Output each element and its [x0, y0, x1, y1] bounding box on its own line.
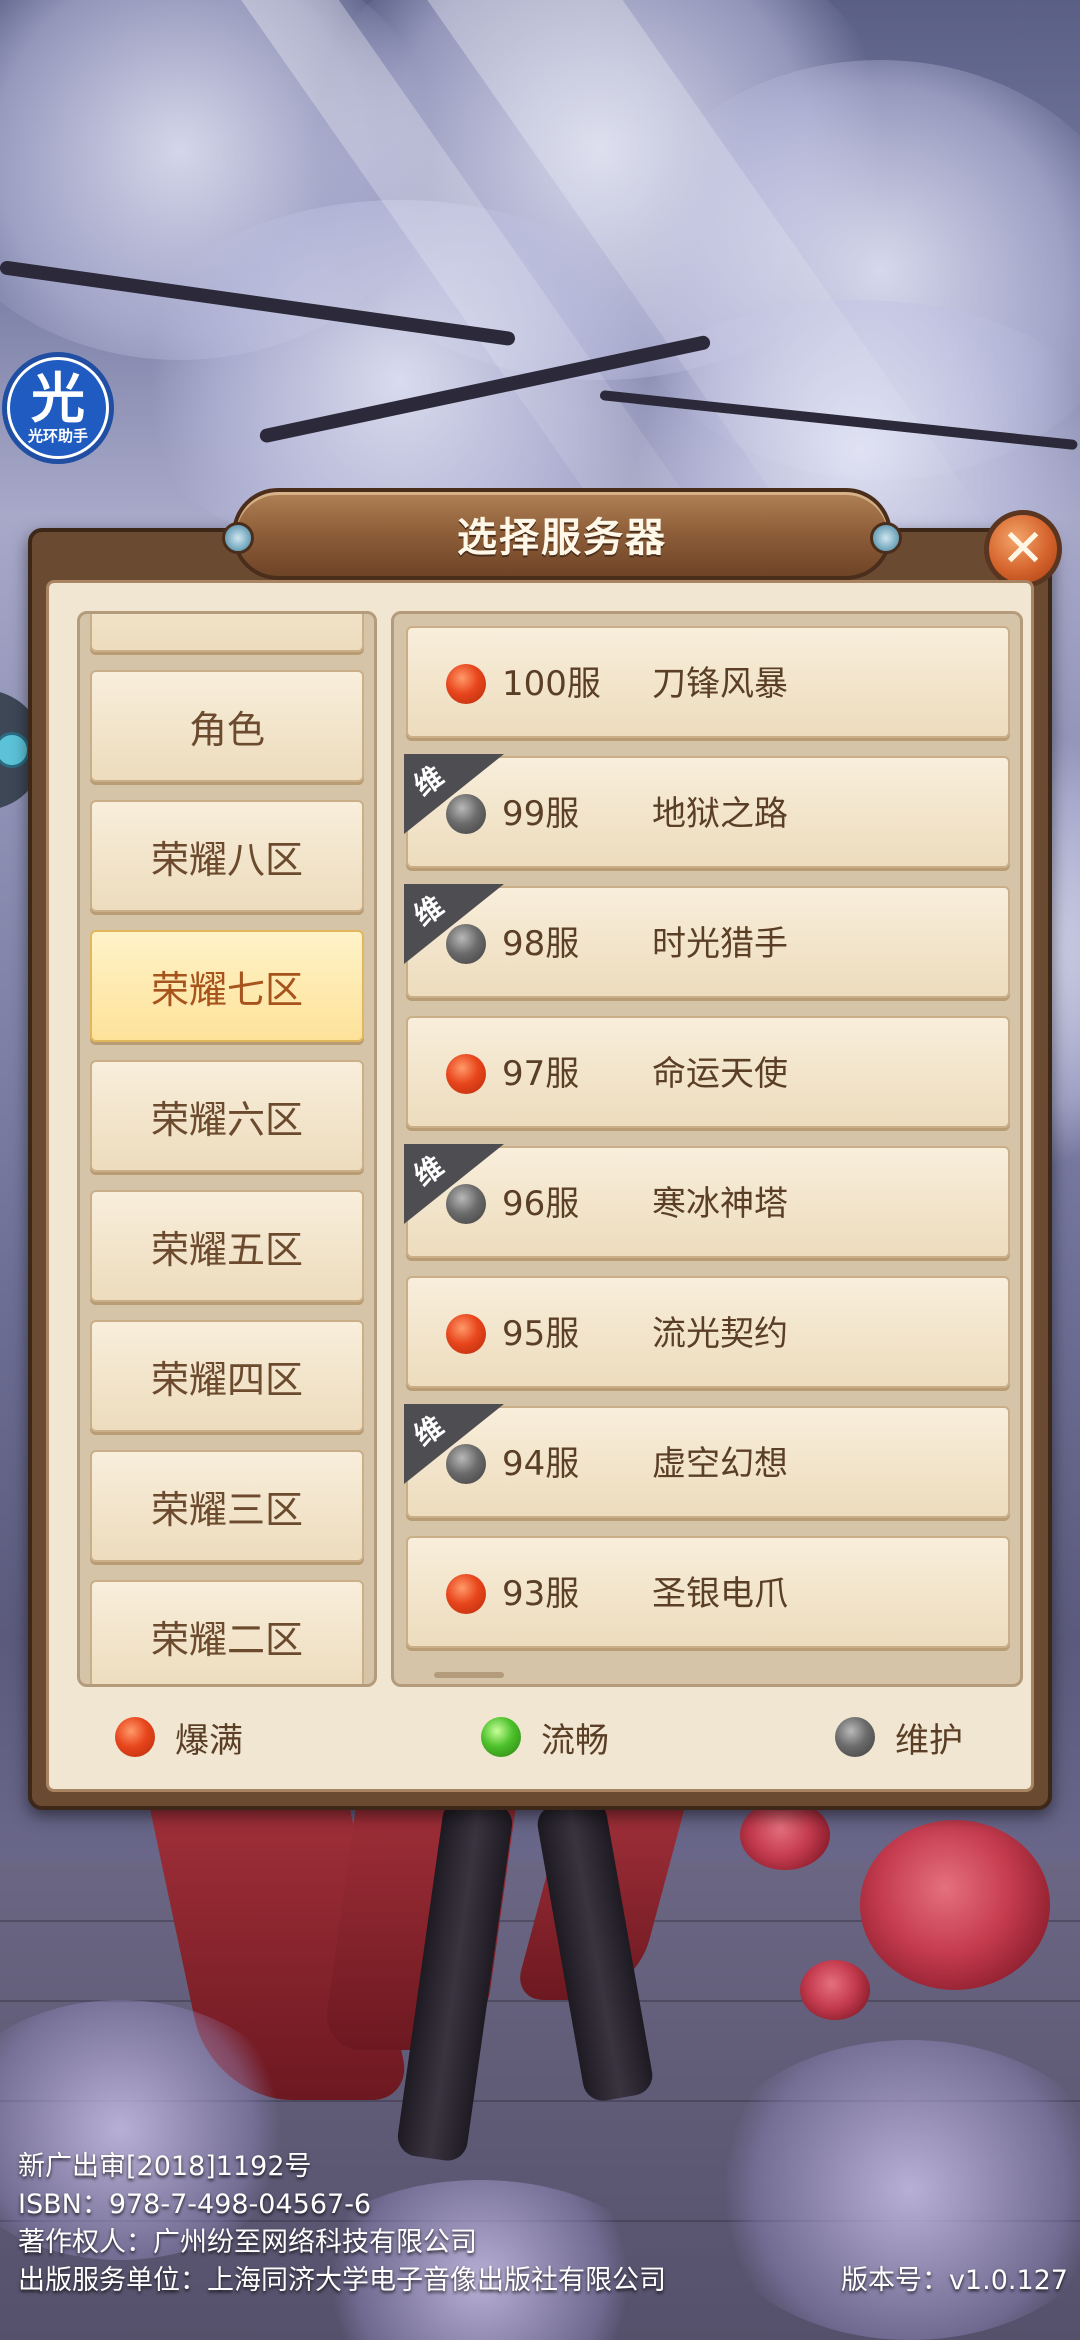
- zone-label: 荣耀三区: [150, 1487, 303, 1532]
- status-full-icon: [446, 1314, 486, 1354]
- zone-item-5[interactable]: 荣耀五区: [90, 1190, 364, 1302]
- zone-label: 荣耀八区: [150, 837, 303, 882]
- zone-item-3[interactable]: 荣耀三区: [90, 1450, 364, 1562]
- close-icon: ✕: [1001, 519, 1045, 579]
- server-row[interactable]: 维 96服 寒冰神塔: [404, 1144, 1010, 1258]
- copyright-holder: 著作权人：广州纷至网络科技有限公司: [18, 2227, 477, 2258]
- zone-item-8[interactable]: 荣耀八区: [90, 800, 364, 912]
- zone-item-role[interactable]: 角色: [90, 670, 364, 782]
- helper-logo-icon: 光 光环助手: [10, 360, 106, 456]
- approval-number: 新广出审[2018]1192号: [18, 2151, 312, 2182]
- zone-label: 荣耀五区: [150, 1227, 303, 1272]
- server-row[interactable]: 95服 流光契约: [406, 1276, 1010, 1388]
- status-maintenance-icon: [446, 794, 486, 834]
- helper-label: 光环助手: [27, 427, 88, 445]
- server-name: 流光契约: [652, 1314, 788, 1354]
- zone-label: 荣耀六区: [150, 1097, 303, 1142]
- zone-item-partial[interactable]: [90, 614, 364, 652]
- legend-label: 爆满: [175, 1720, 243, 1761]
- zone-item-7-selected[interactable]: 荣耀七区: [90, 930, 364, 1042]
- dialog-body: 角色 荣耀八区 荣耀七区 荣耀六区 荣耀五区 荣耀四区 荣耀三区 荣耀二区 10…: [46, 580, 1034, 1792]
- publisher: 出版服务单位：上海同济大学电子音像出版社有限公司: [18, 2265, 666, 2296]
- dialog-title-plate: 选择服务器: [222, 488, 902, 580]
- server-number: 94服: [502, 1444, 580, 1484]
- status-full-icon: [115, 1717, 155, 1757]
- server-row[interactable]: 93服 圣银电爪: [406, 1536, 1010, 1648]
- server-number: 97服: [502, 1054, 580, 1094]
- close-button[interactable]: ✕: [984, 510, 1062, 588]
- status-full-icon: [446, 664, 486, 704]
- server-row[interactable]: 维 98服 时光猎手: [404, 884, 1010, 998]
- zone-item-6[interactable]: 荣耀六区: [90, 1060, 364, 1172]
- server-select-dialog: 选择服务器 ✕ 角色 荣耀八区 荣耀七区 荣耀六区 荣耀五区 荣耀四区 荣耀三区…: [28, 488, 1062, 1810]
- scroll-hint: [434, 1672, 504, 1678]
- dialog-title: 选择服务器: [457, 515, 667, 561]
- helper-assistant-button[interactable]: 光 光环助手: [2, 352, 114, 464]
- zone-label: 角色: [188, 707, 265, 752]
- server-name: 虚空幻想: [652, 1444, 788, 1484]
- mascot-icon: [0, 732, 30, 768]
- version-label: 版本号：v1.0.127: [840, 2265, 1068, 2296]
- zone-item-2[interactable]: 荣耀二区: [90, 1580, 364, 1684]
- server-name: 地狱之路: [652, 794, 788, 834]
- server-row[interactable]: 100服 刀锋风暴: [406, 626, 1010, 738]
- zone-label: 荣耀二区: [150, 1617, 303, 1662]
- server-name: 圣银电爪: [652, 1574, 788, 1614]
- legend-label: 流畅: [541, 1720, 609, 1761]
- status-legend: 爆满 流畅 维护: [49, 1701, 1031, 1773]
- helper-glyph: 光: [31, 367, 85, 430]
- server-name: 命运天使: [652, 1054, 788, 1094]
- server-name: 时光猎手: [652, 924, 788, 964]
- legend-label: 维护: [895, 1720, 963, 1761]
- status-maintenance-icon: [446, 924, 486, 964]
- isbn: ISBN：978-7-498-04567-6: [18, 2189, 372, 2220]
- server-list[interactable]: 100服 刀锋风暴 维 99服 地狱之路 维 98服 时光猎手 97服 命运天使: [391, 611, 1023, 1687]
- zone-label: 荣耀七区: [150, 967, 303, 1012]
- server-number: 98服: [502, 924, 580, 964]
- server-number: 93服: [502, 1574, 580, 1614]
- legend-maintenance: 维护: [835, 1701, 963, 1773]
- server-name: 刀锋风暴: [652, 664, 788, 704]
- status-maintenance-icon: [446, 1184, 486, 1224]
- status-full-icon: [446, 1574, 486, 1614]
- legal-info: 新广出审[2018]1192号 ISBN：978-7-498-04567-6 著…: [18, 2148, 666, 2300]
- server-number: 100服: [502, 664, 601, 704]
- zone-label: 荣耀四区: [150, 1357, 303, 1402]
- status-full-icon: [446, 1054, 486, 1094]
- status-maintenance-icon: [835, 1717, 875, 1757]
- server-row[interactable]: 97服 命运天使: [406, 1016, 1010, 1128]
- server-number: 96服: [502, 1184, 580, 1224]
- server-row[interactable]: 维 94服 虚空幻想: [404, 1404, 1010, 1518]
- status-maintenance-icon: [446, 1444, 486, 1484]
- server-number: 99服: [502, 794, 580, 834]
- zone-item-4[interactable]: 荣耀四区: [90, 1320, 364, 1432]
- server-number: 95服: [502, 1314, 580, 1354]
- legend-full: 爆满: [115, 1701, 243, 1773]
- legend-smooth: 流畅: [481, 1701, 609, 1773]
- status-smooth-icon: [481, 1717, 521, 1757]
- zone-list[interactable]: 角色 荣耀八区 荣耀七区 荣耀六区 荣耀五区 荣耀四区 荣耀三区 荣耀二区: [77, 611, 377, 1687]
- server-name: 寒冰神塔: [652, 1184, 788, 1224]
- server-row[interactable]: 维 99服 地狱之路: [404, 754, 1010, 868]
